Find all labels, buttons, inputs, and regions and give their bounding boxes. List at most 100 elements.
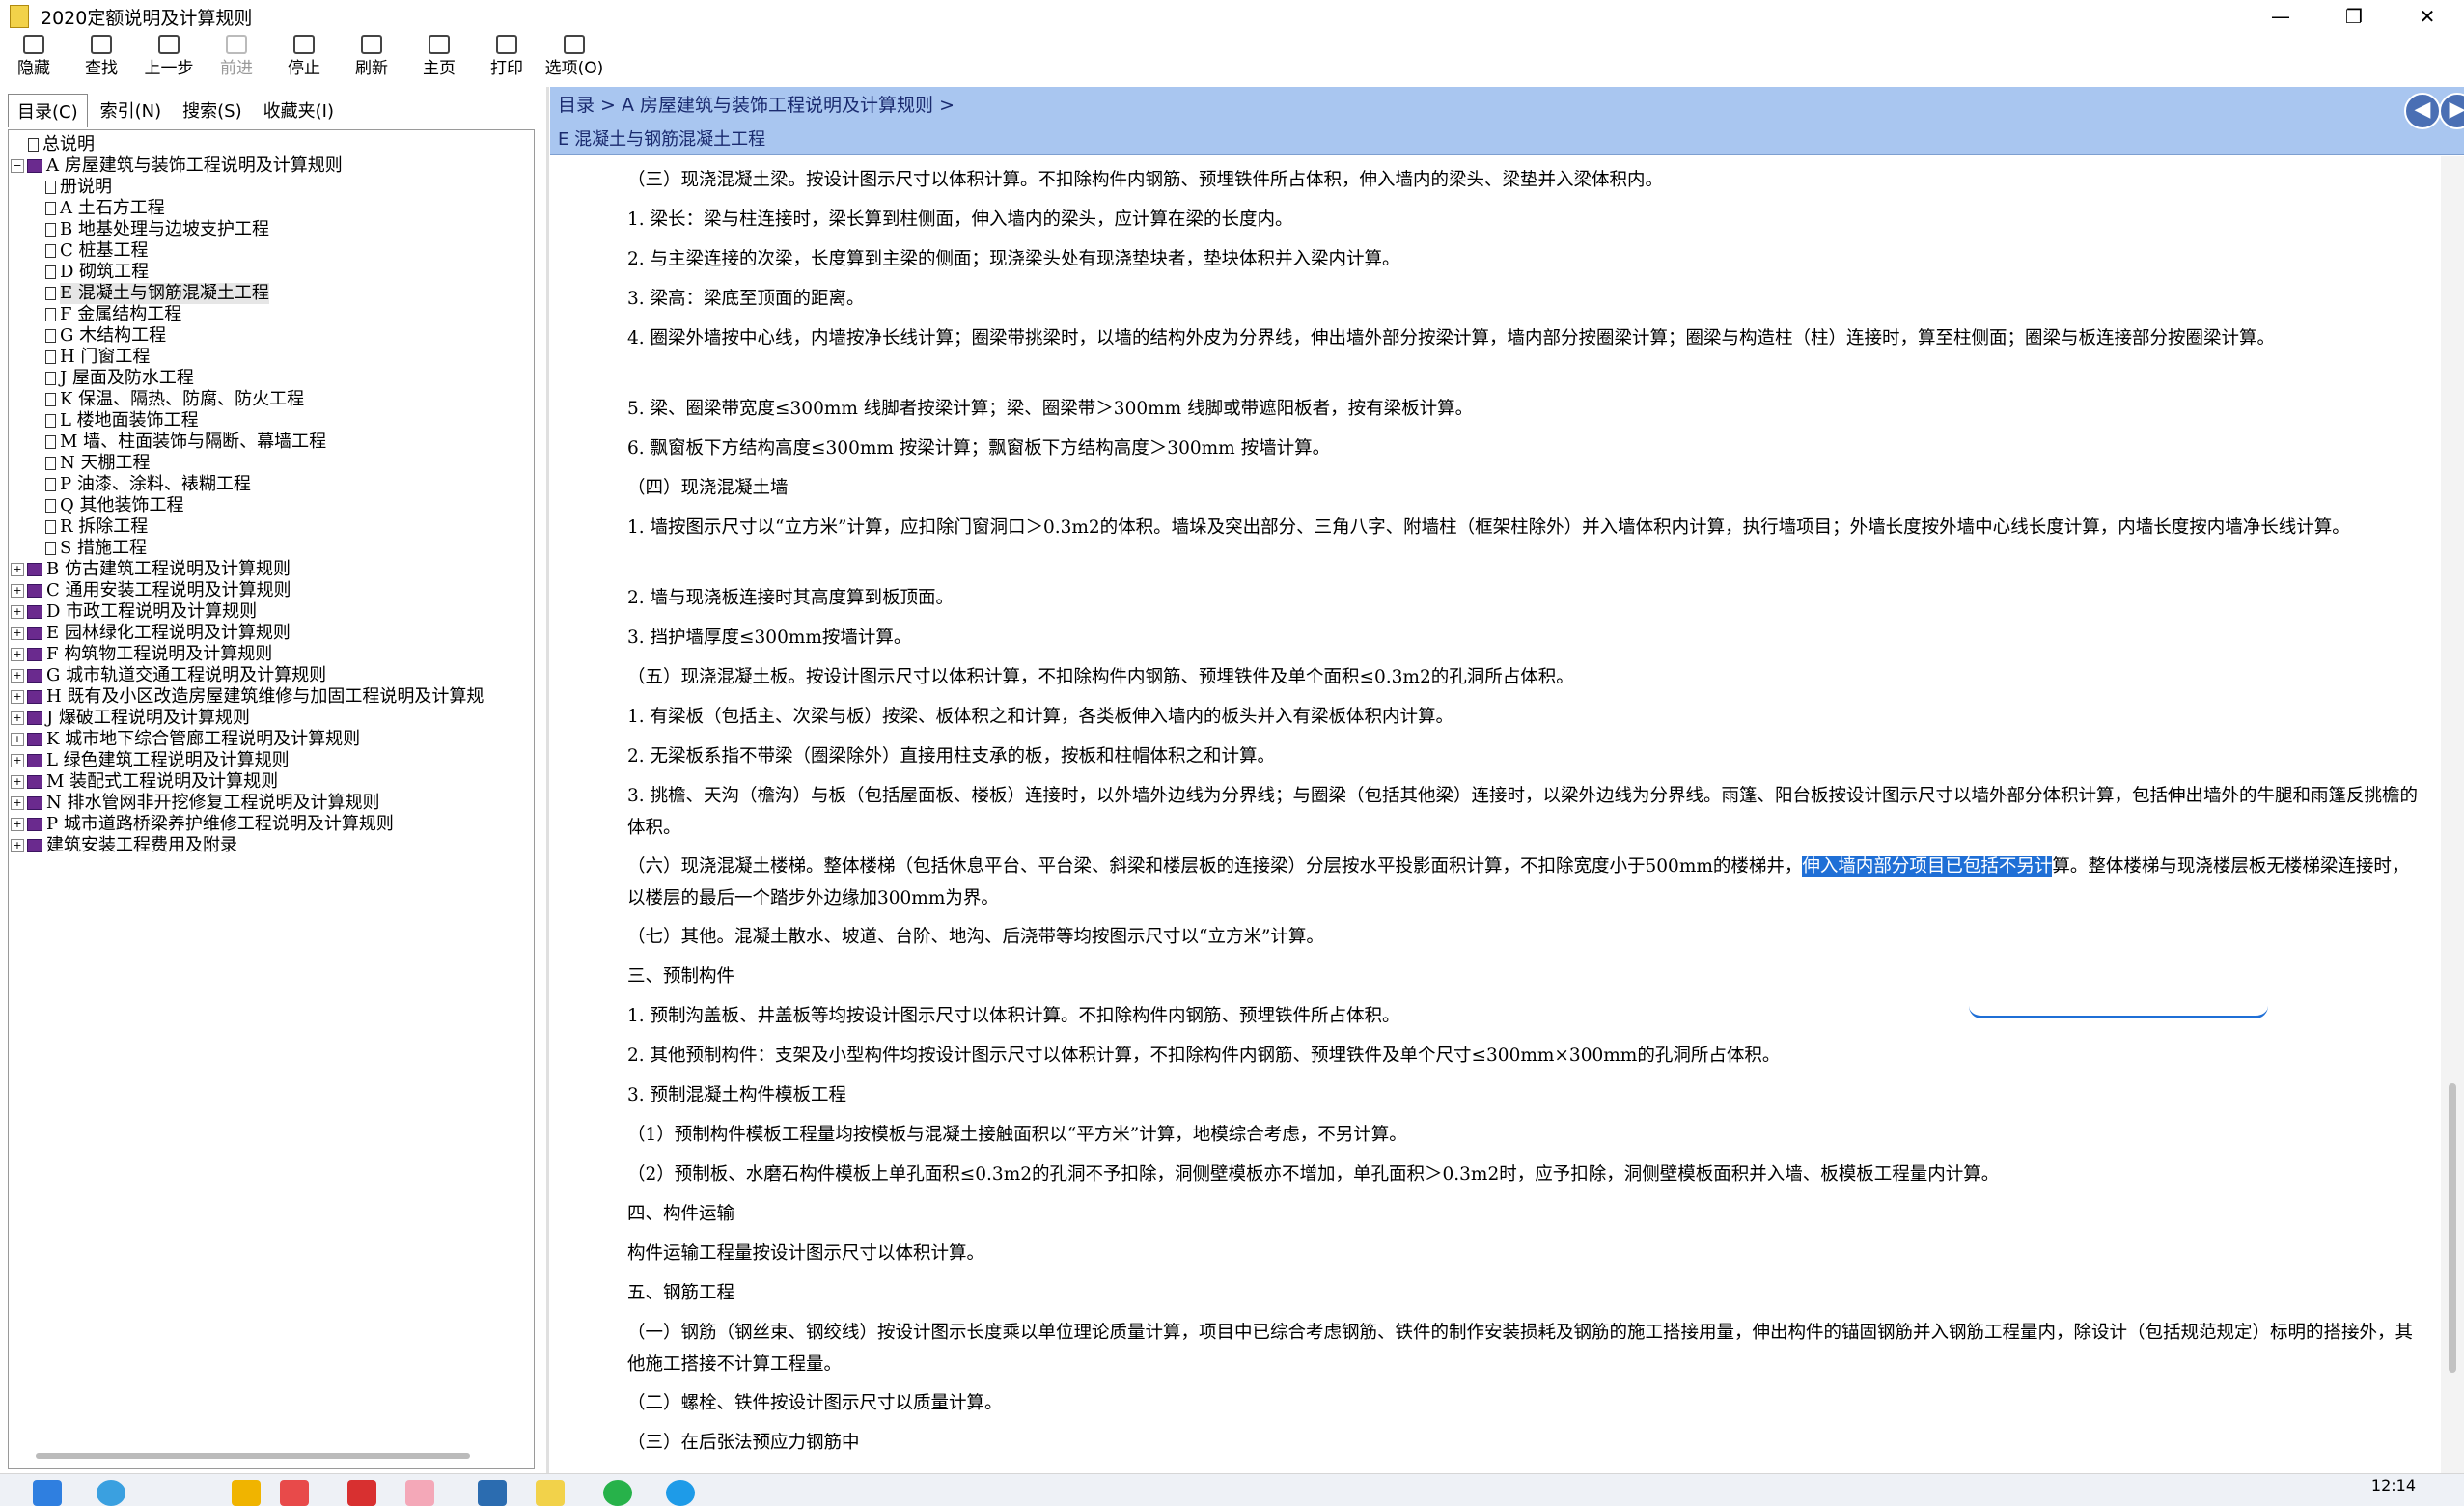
selected-text[interactable]: 伸入墙内部分项目已包括不另计 bbox=[1802, 856, 2053, 877]
maximize-button[interactable]: ❐ bbox=[2317, 0, 2391, 33]
tree-item-label: P 油漆、涂料、裱糊工程 bbox=[60, 474, 251, 494]
toolbar-button-label: 打印 bbox=[490, 59, 523, 78]
expand-icon[interactable]: + bbox=[11, 605, 24, 619]
toolbar-button-6[interactable]: 主页 bbox=[405, 33, 473, 79]
toolbar-button-label: 前进 bbox=[220, 59, 253, 78]
app-icon-cyan[interactable] bbox=[666, 1480, 695, 1506]
back-icon bbox=[158, 35, 180, 54]
tree-item[interactable]: + F 构筑物工程说明及计算规则 bbox=[9, 644, 534, 665]
tree-item[interactable]: L 楼地面装饰工程 bbox=[9, 410, 534, 432]
breadcrumb-path[interactable]: 目录 > A 房屋建筑与装饰工程说明及计算规则 > bbox=[558, 91, 955, 117]
horizontal-scrollbar[interactable] bbox=[36, 1453, 470, 1459]
forward-arrow-icon[interactable]: ▶ bbox=[2439, 93, 2464, 129]
tree-item[interactable]: F 金属结构工程 bbox=[9, 304, 534, 325]
app-icon-help[interactable] bbox=[536, 1480, 565, 1506]
toolbar-button-2[interactable]: 上一步 bbox=[135, 33, 203, 79]
stop-icon bbox=[293, 35, 315, 54]
tree-item[interactable]: + K 城市地下综合管廊工程说明及计算规则 bbox=[9, 729, 534, 750]
back-arrow-icon[interactable]: ◀ bbox=[2404, 93, 2441, 129]
search-icon[interactable] bbox=[97, 1480, 125, 1506]
tree-item[interactable]: D 砌筑工程 bbox=[9, 262, 534, 283]
tree-item[interactable]: G 木结构工程 bbox=[9, 325, 534, 347]
close-button[interactable]: ✕ bbox=[2391, 0, 2464, 33]
content-paragraph: 构件运输工程量按设计图示尺寸以体积计算。 bbox=[627, 1243, 985, 1264]
tree-item[interactable]: − A 房屋建筑与装饰工程说明及计算规则 bbox=[9, 155, 534, 177]
expand-icon[interactable]: + bbox=[11, 690, 24, 704]
book-icon bbox=[27, 648, 42, 661]
toolbar-button-0[interactable]: 隐藏 bbox=[0, 33, 68, 79]
expand-icon[interactable]: + bbox=[11, 627, 24, 640]
vertical-scrollbar[interactable] bbox=[2441, 156, 2464, 1473]
tree-item-label: Q 其他装饰工程 bbox=[60, 495, 184, 516]
tab-3[interactable]: 收藏夹(I) bbox=[255, 94, 343, 126]
toolbar-button-4[interactable]: 停止 bbox=[270, 33, 338, 79]
expand-icon[interactable]: + bbox=[11, 648, 24, 661]
expand-icon[interactable]: + bbox=[11, 754, 24, 767]
contents-tree[interactable]: 总说明 − A 房屋建筑与装饰工程说明及计算规则 册说明 A 土石方工程 B 地基处理与边… bbox=[8, 129, 535, 1469]
tree-item[interactable]: E 混凝土与钢筋混凝土工程 bbox=[9, 283, 534, 304]
tree-item[interactable]: A 土石方工程 bbox=[9, 198, 534, 219]
expand-icon[interactable]: + bbox=[11, 563, 24, 576]
page-icon bbox=[45, 350, 56, 364]
tree-item[interactable]: M 墙、柱面装饰与隔断、幕墙工程 bbox=[9, 432, 534, 453]
folder-icon[interactable] bbox=[232, 1480, 261, 1506]
expand-icon[interactable]: + bbox=[11, 775, 24, 789]
tab-1[interactable]: 索引(N) bbox=[92, 94, 171, 126]
collapse-icon[interactable]: − bbox=[11, 159, 24, 173]
tree-item[interactable]: R 拆除工程 bbox=[9, 516, 534, 538]
tree-item[interactable]: + B 仿古建筑工程说明及计算规则 bbox=[9, 559, 534, 580]
expand-icon[interactable]: + bbox=[11, 839, 24, 852]
tree-item[interactable]: + 建筑安装工程费用及附录 bbox=[9, 835, 534, 856]
toolbar-button-1[interactable]: 查找 bbox=[68, 33, 135, 79]
tree-item[interactable]: K 保温、隔热、防腐、防火工程 bbox=[9, 389, 534, 410]
tree-item[interactable]: + L 绿色建筑工程说明及计算规则 bbox=[9, 750, 534, 771]
expand-icon[interactable]: + bbox=[11, 796, 24, 810]
tree-item[interactable]: + C 通用安装工程说明及计算规则 bbox=[9, 580, 534, 601]
expand-icon[interactable]: + bbox=[11, 733, 24, 746]
tree-item[interactable]: Q 其他装饰工程 bbox=[9, 495, 534, 516]
tree-item[interactable]: C 桩基工程 bbox=[9, 240, 534, 262]
tree-item[interactable]: 总说明 bbox=[9, 134, 534, 155]
expand-icon[interactable]: + bbox=[11, 818, 24, 831]
toolbar-button-8[interactable]: 选项(O) bbox=[540, 33, 608, 79]
app-icon-pink[interactable] bbox=[405, 1480, 434, 1506]
tree-item[interactable]: + J 爆破工程说明及计算规则 bbox=[9, 708, 534, 729]
toolbar-button-7[interactable]: 打印 bbox=[473, 33, 540, 79]
tree-item[interactable]: + G 城市轨道交通工程说明及计算规则 bbox=[9, 665, 534, 686]
tree-item[interactable]: + D 市政工程说明及计算规则 bbox=[9, 601, 534, 623]
wechat-icon[interactable] bbox=[603, 1480, 632, 1506]
tree-item[interactable]: + M 装配式工程说明及计算规则 bbox=[9, 771, 534, 793]
expand-icon[interactable]: + bbox=[11, 584, 24, 598]
content-paragraph: 2. 墙与现浇板连接时其高度算到板顶面。 bbox=[627, 588, 955, 608]
tree-item[interactable]: + P 城市道路桥梁养护维修工程说明及计算规则 bbox=[9, 814, 534, 835]
page-icon bbox=[45, 542, 56, 555]
page-icon bbox=[45, 414, 56, 428]
expand-icon[interactable]: + bbox=[11, 669, 24, 683]
toolbar-button-5[interactable]: 刷新 bbox=[338, 33, 405, 79]
tree-item[interactable]: S 措施工程 bbox=[9, 538, 534, 559]
page-icon bbox=[45, 265, 56, 279]
tree-item[interactable]: H 门窗工程 bbox=[9, 347, 534, 368]
tree-item[interactable]: 册说明 bbox=[9, 177, 534, 198]
tree-item-label: R 拆除工程 bbox=[60, 516, 149, 537]
app-icon-blue[interactable] bbox=[478, 1480, 507, 1506]
expand-icon[interactable]: + bbox=[11, 711, 24, 725]
tree-item[interactable]: + N 排水管网非开挖修复工程说明及计算规则 bbox=[9, 793, 534, 814]
minimize-button[interactable]: — bbox=[2244, 0, 2317, 33]
annotation-underline bbox=[1969, 1006, 2268, 1018]
tree-item[interactable]: + H 既有及小区改造房屋建筑维修与加固工程说明及计算规 bbox=[9, 686, 534, 708]
tree-item[interactable]: + E 园林绿化工程说明及计算规则 bbox=[9, 623, 534, 644]
tree-item[interactable]: N 天棚工程 bbox=[9, 453, 534, 474]
tab-2[interactable]: 搜索(S) bbox=[174, 94, 250, 126]
app-icon-red[interactable] bbox=[280, 1480, 309, 1506]
scrollbar-thumb[interactable] bbox=[2449, 1083, 2456, 1373]
tree-item[interactable]: B 地基处理与边坡支护工程 bbox=[9, 219, 534, 240]
tree-item[interactable]: P 油漆、涂料、裱糊工程 bbox=[9, 474, 534, 495]
tree-item-label: M 墙、柱面装饰与隔断、幕墙工程 bbox=[60, 432, 327, 452]
tab-0[interactable]: 目录(C) bbox=[8, 93, 88, 127]
toolbar-button-3[interactable]: 前进 bbox=[203, 33, 270, 79]
tree-item[interactable]: J 屋面及防水工程 bbox=[9, 368, 534, 389]
start-icon[interactable] bbox=[33, 1480, 62, 1506]
app-icon-wps[interactable] bbox=[347, 1480, 376, 1506]
pane-splitter[interactable] bbox=[546, 87, 549, 1473]
